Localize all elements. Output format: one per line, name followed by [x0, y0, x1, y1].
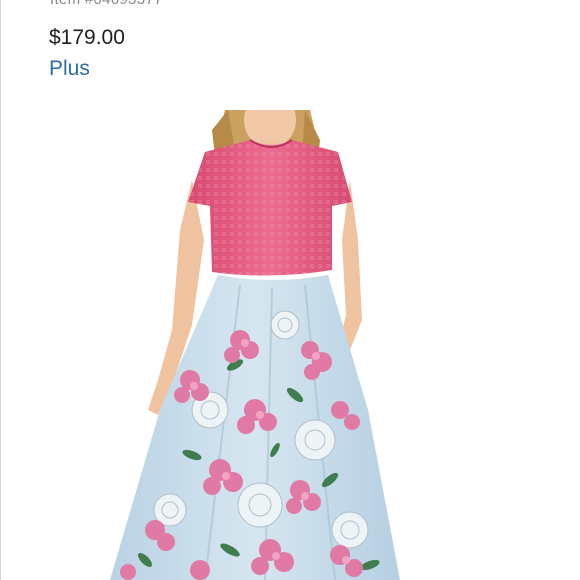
- product-price: $179.00: [49, 26, 125, 49]
- dress-illustration: [110, 110, 400, 580]
- product-photo[interactable]: [100, 110, 430, 580]
- size-category-link[interactable]: Plus: [49, 57, 90, 81]
- item-number: Item #04693377: [50, 0, 163, 8]
- left-border: [0, 0, 1, 580]
